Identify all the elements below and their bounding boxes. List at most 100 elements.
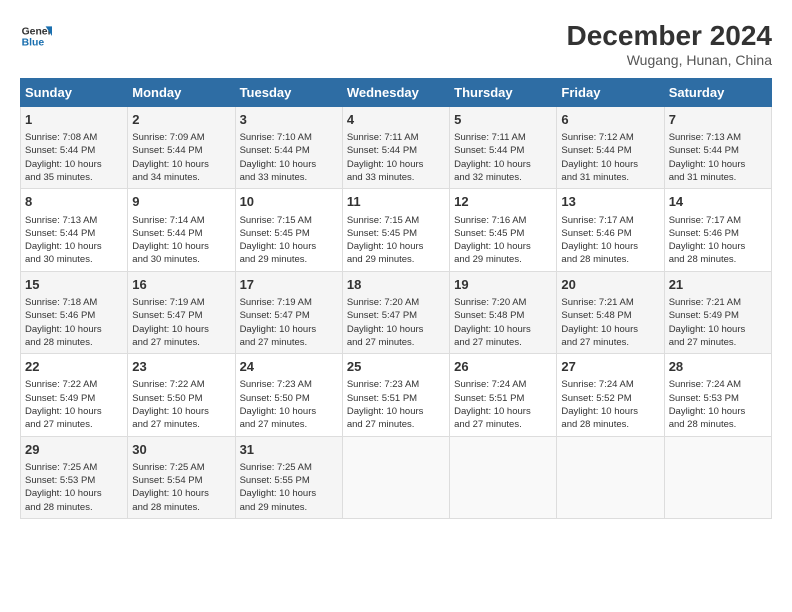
day-info-line: Daylight: 10 hours: [669, 240, 767, 253]
day-info-line: and 31 minutes.: [669, 171, 767, 184]
day-info-line: Daylight: 10 hours: [454, 158, 552, 171]
header-wednesday: Wednesday: [342, 79, 449, 107]
day-info-line: Daylight: 10 hours: [240, 240, 338, 253]
day-info-line: Sunrise: 7:25 AM: [240, 461, 338, 474]
day-info-line: Sunrise: 7:22 AM: [132, 378, 230, 391]
day-number: 14: [669, 193, 767, 211]
day-info-line: Daylight: 10 hours: [561, 158, 659, 171]
day-info-line: and 27 minutes.: [25, 418, 123, 431]
day-info-line: Daylight: 10 hours: [25, 487, 123, 500]
day-info-line: Sunrise: 7:25 AM: [25, 461, 123, 474]
day-number: 4: [347, 111, 445, 129]
day-cell: 31 Sunrise: 7:25 AMSunset: 5:55 PMDayligh…: [235, 436, 342, 518]
day-info-line: Sunset: 5:44 PM: [347, 144, 445, 157]
day-info-line: Daylight: 10 hours: [240, 323, 338, 336]
day-info-line: Sunrise: 7:17 AM: [669, 214, 767, 227]
day-info-line: Daylight: 10 hours: [132, 323, 230, 336]
day-info-line: Sunset: 5:53 PM: [25, 474, 123, 487]
day-number: 12: [454, 193, 552, 211]
week-row-4: 22Sunrise: 7:22 AMSunset: 5:49 PMDayligh…: [21, 354, 772, 436]
day-info-line: Sunrise: 7:22 AM: [25, 378, 123, 391]
week-row-1: 1Sunrise: 7:08 AMSunset: 5:44 PMDaylight…: [21, 107, 772, 189]
day-info-line: Sunrise: 7:21 AM: [669, 296, 767, 309]
day-number: 24: [240, 358, 338, 376]
day-info-line: and 27 minutes.: [240, 336, 338, 349]
header: General Blue December 2024 Wugang, Hunan…: [20, 20, 772, 68]
day-info-line: Sunset: 5:44 PM: [240, 144, 338, 157]
day-info-line: and 33 minutes.: [240, 171, 338, 184]
day-info-line: and 28 minutes.: [25, 336, 123, 349]
day-info-line: Daylight: 10 hours: [454, 240, 552, 253]
day-cell: 30Sunrise: 7:25 AMSunset: 5:54 PMDayligh…: [128, 436, 235, 518]
day-number: 31: [240, 441, 338, 459]
day-info-line: Sunset: 5:49 PM: [669, 309, 767, 322]
header-thursday: Thursday: [450, 79, 557, 107]
day-info-line: Sunrise: 7:13 AM: [669, 131, 767, 144]
header-row: SundayMondayTuesdayWednesdayThursdayFrid…: [21, 79, 772, 107]
day-number: 11: [347, 193, 445, 211]
day-info-line: Daylight: 10 hours: [561, 323, 659, 336]
day-info-line: Sunrise: 7:15 AM: [240, 214, 338, 227]
week-row-5: 29Sunrise: 7:25 AMSunset: 5:53 PMDayligh…: [21, 436, 772, 518]
day-info-line: Sunrise: 7:15 AM: [347, 214, 445, 227]
day-number: 29: [25, 441, 123, 459]
day-info-line: Daylight: 10 hours: [347, 158, 445, 171]
day-info-line: Sunrise: 7:19 AM: [240, 296, 338, 309]
day-cell: 18Sunrise: 7:20 AMSunset: 5:47 PMDayligh…: [342, 271, 449, 353]
day-info-line: Daylight: 10 hours: [240, 405, 338, 418]
day-info-line: Sunset: 5:44 PM: [132, 227, 230, 240]
day-info-line: Daylight: 10 hours: [132, 405, 230, 418]
day-number: 17: [240, 276, 338, 294]
day-info-line: Sunset: 5:52 PM: [561, 392, 659, 405]
day-number: 16: [132, 276, 230, 294]
header-sunday: Sunday: [21, 79, 128, 107]
day-info-line: Sunrise: 7:24 AM: [561, 378, 659, 391]
day-info-line: Sunset: 5:55 PM: [240, 474, 338, 487]
day-info-line: Sunrise: 7:13 AM: [25, 214, 123, 227]
day-number: 6: [561, 111, 659, 129]
day-number: 21: [669, 276, 767, 294]
day-info-line: and 29 minutes.: [454, 253, 552, 266]
day-info-line: Sunset: 5:44 PM: [25, 144, 123, 157]
day-number: 27: [561, 358, 659, 376]
day-info-line: Sunset: 5:44 PM: [669, 144, 767, 157]
day-info-line: Daylight: 10 hours: [132, 487, 230, 500]
day-info-line: and 30 minutes.: [132, 253, 230, 266]
day-info-line: and 29 minutes.: [347, 253, 445, 266]
day-info-line: Sunrise: 7:24 AM: [454, 378, 552, 391]
day-info-line: Daylight: 10 hours: [240, 158, 338, 171]
day-cell: 16Sunrise: 7:19 AMSunset: 5:47 PMDayligh…: [128, 271, 235, 353]
day-cell: 3Sunrise: 7:10 AMSunset: 5:44 PMDaylight…: [235, 107, 342, 189]
day-info-line: Daylight: 10 hours: [240, 487, 338, 500]
day-info-line: Sunset: 5:51 PM: [347, 392, 445, 405]
main-title: December 2024: [567, 20, 772, 52]
day-info-line: Daylight: 10 hours: [132, 158, 230, 171]
day-info-line: Daylight: 10 hours: [669, 405, 767, 418]
day-info-line: Sunset: 5:48 PM: [561, 309, 659, 322]
day-info-line: and 28 minutes.: [561, 253, 659, 266]
day-info-line: Sunset: 5:50 PM: [240, 392, 338, 405]
day-cell: 26Sunrise: 7:24 AMSunset: 5:51 PMDayligh…: [450, 354, 557, 436]
header-friday: Friday: [557, 79, 664, 107]
day-info-line: Sunrise: 7:14 AM: [132, 214, 230, 227]
day-info-line: Sunrise: 7:17 AM: [561, 214, 659, 227]
day-info-line: and 28 minutes.: [669, 253, 767, 266]
day-cell: 25Sunrise: 7:23 AMSunset: 5:51 PMDayligh…: [342, 354, 449, 436]
day-info-line: Sunrise: 7:12 AM: [561, 131, 659, 144]
day-info-line: Sunset: 5:53 PM: [669, 392, 767, 405]
day-info-line: and 27 minutes.: [347, 418, 445, 431]
day-number: 10: [240, 193, 338, 211]
day-number: 22: [25, 358, 123, 376]
calendar-table: SundayMondayTuesdayWednesdayThursdayFrid…: [20, 78, 772, 519]
day-number: 2: [132, 111, 230, 129]
day-info-line: and 27 minutes.: [132, 336, 230, 349]
day-info-line: Sunset: 5:54 PM: [132, 474, 230, 487]
day-info-line: and 31 minutes.: [561, 171, 659, 184]
day-info-line: Sunrise: 7:19 AM: [132, 296, 230, 309]
day-info-line: Sunset: 5:51 PM: [454, 392, 552, 405]
day-cell: 6Sunrise: 7:12 AMSunset: 5:44 PMDaylight…: [557, 107, 664, 189]
day-info-line: Sunset: 5:47 PM: [347, 309, 445, 322]
day-cell: 12Sunrise: 7:16 AMSunset: 5:45 PMDayligh…: [450, 189, 557, 271]
day-cell: 5Sunrise: 7:11 AMSunset: 5:44 PMDaylight…: [450, 107, 557, 189]
day-info-line: and 30 minutes.: [25, 253, 123, 266]
